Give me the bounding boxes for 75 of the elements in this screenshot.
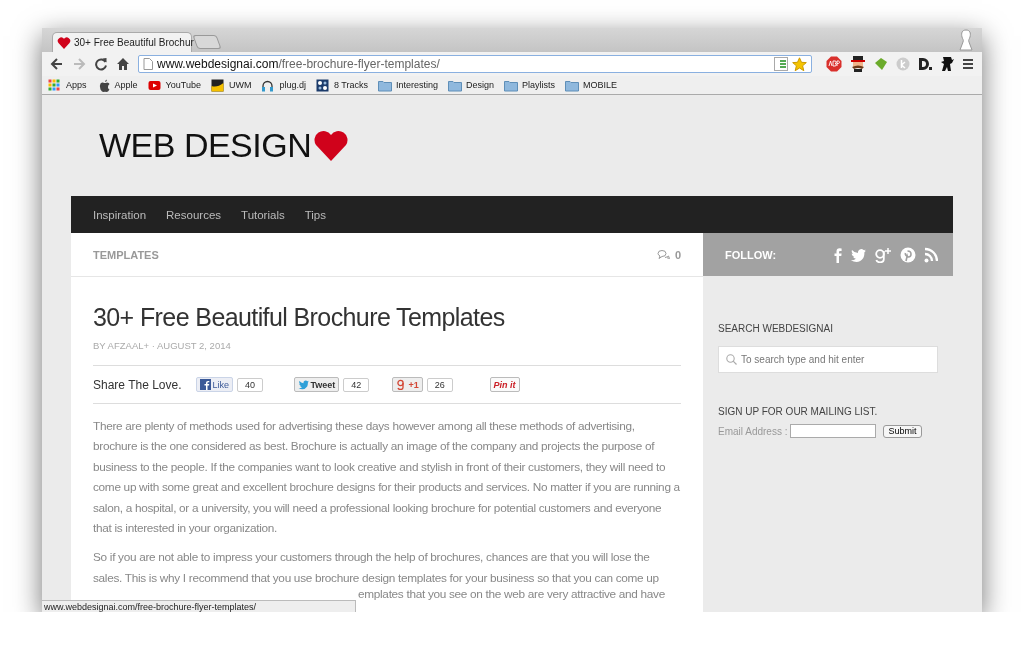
folder-icon xyxy=(565,78,580,92)
apps-grid-icon xyxy=(48,78,62,92)
stop-sign-icon[interactable] xyxy=(826,56,842,72)
field-label: Email Address : xyxy=(718,425,788,437)
google-plus-icon[interactable] xyxy=(874,246,892,263)
menu-icon[interactable] xyxy=(962,58,974,70)
letter-g-icon xyxy=(395,379,407,390)
comment-count: 0 xyxy=(674,248,681,261)
body-text-fragment: emplates that you see on the web are very attractive and have xyxy=(358,588,666,602)
bookmark-item[interactable]: Playlists xyxy=(504,78,556,92)
share-count: 42 xyxy=(343,377,370,392)
letter-d-icon[interactable] xyxy=(918,57,932,71)
nav-link[interactable]: Inspiration xyxy=(93,208,147,221)
bookmark-item[interactable]: Interesting xyxy=(377,78,438,92)
bird-icon[interactable] xyxy=(850,246,866,263)
widget-heading: SEARCH WEBDESIGNAI xyxy=(718,323,835,334)
share-button[interactable]: Like xyxy=(195,377,234,392)
folder-icon xyxy=(448,78,462,92)
email-field[interactable] xyxy=(790,424,877,438)
letter-k-icon[interactable] xyxy=(896,57,910,71)
bookmark-item[interactable]: UWM xyxy=(210,78,252,92)
share-label: Share The Love. xyxy=(93,377,182,392)
bird-icon xyxy=(297,379,309,390)
rss-icon[interactable] xyxy=(924,246,938,263)
facebook-icon[interactable] xyxy=(834,246,842,263)
heart-icon xyxy=(57,35,71,50)
document-icon[interactable] xyxy=(774,57,788,71)
facebook-icon xyxy=(199,379,211,390)
comment-icon xyxy=(656,249,670,260)
folder-icon xyxy=(377,78,392,92)
bookmark-item[interactable]: MOBILE xyxy=(565,78,618,92)
share-button[interactable]: +1 xyxy=(391,377,423,392)
share-count: 26 xyxy=(426,377,453,392)
bookmark-item[interactable]: 8 Tracks xyxy=(315,78,368,92)
star-icon[interactable] xyxy=(792,56,807,72)
home-icon[interactable] xyxy=(116,57,130,71)
tab-title: 30+ Free Beautiful Brochur xyxy=(74,37,194,48)
tag-icon[interactable] xyxy=(874,57,888,71)
dots-icon xyxy=(315,78,330,92)
profile-icon[interactable] xyxy=(958,29,974,51)
widget-heading: SIGN UP FOR OUR MAILING LIST. xyxy=(718,406,879,417)
article-title: 30+ Free Beautiful Brochure Templates xyxy=(93,303,506,332)
submit-button[interactable]: Submit xyxy=(883,424,922,438)
ninja-icon[interactable] xyxy=(940,56,954,72)
follow-label: FOLLOW: xyxy=(725,248,777,261)
page-icon xyxy=(143,58,153,70)
bookmark-item[interactable]: Apple xyxy=(96,78,138,92)
bookmark-item[interactable]: Design xyxy=(448,78,494,92)
article-meta: BY AFZAAL+ · AUGUST 2, 2014 xyxy=(93,340,232,351)
square-logo-icon xyxy=(210,78,225,92)
bookmark-item[interactable]: YouTube xyxy=(147,78,201,92)
body-paragraph: There are plenty of methods used for advertising these days however among all these methods of advertising, brochure is the one considered as best. Brochure is actually an image of the company and projects the purpose of business to the people. If the companies want to look creative and stylish in front of their customers, they will need to come up with some great and excellent brochure designs for their products and services. No matter if you are running a salon, a hospital, or a university, you will need a professional looking brochure for potential customers and everyone that is interested in your organization. xyxy=(93,418,681,538)
nav-link[interactable]: Tutorials xyxy=(241,208,285,221)
share-button[interactable]: Tweet xyxy=(293,377,340,392)
share-count: 40 xyxy=(237,377,264,392)
heart-icon xyxy=(313,129,350,162)
play-icon xyxy=(147,78,162,92)
mustache-man-icon[interactable] xyxy=(850,56,866,72)
site-logo[interactable]: WEB DESIGN xyxy=(99,126,312,165)
back-icon[interactable] xyxy=(50,57,64,71)
new-tab-button[interactable] xyxy=(192,35,222,49)
bookmark-item[interactable]: plug.dj xyxy=(261,78,306,92)
search-field[interactable]: To search type and hit enter xyxy=(718,346,938,373)
nav-link[interactable]: Tips xyxy=(304,208,326,221)
reload-icon[interactable] xyxy=(94,57,108,71)
nav-link[interactable]: Resources xyxy=(166,208,222,221)
pinterest-icon[interactable] xyxy=(900,246,916,263)
browser-tab[interactable]: 30+ Free Beautiful Brochur xyxy=(52,32,192,52)
share-button[interactable]: Pin it xyxy=(489,377,520,392)
url-text: www.webdesignai.com/free-brochure-flyer-templates/ xyxy=(157,57,440,71)
headphones-icon xyxy=(261,78,276,92)
bookmark-item[interactable]: Apps xyxy=(48,78,87,92)
folder-icon xyxy=(504,78,518,92)
status-bar: www.webdesignai.com/free-brochure-flyer-templates/ xyxy=(42,600,356,612)
address-bar[interactable]: www.webdesignai.com/free-brochure-flyer-templates/ xyxy=(138,55,812,73)
